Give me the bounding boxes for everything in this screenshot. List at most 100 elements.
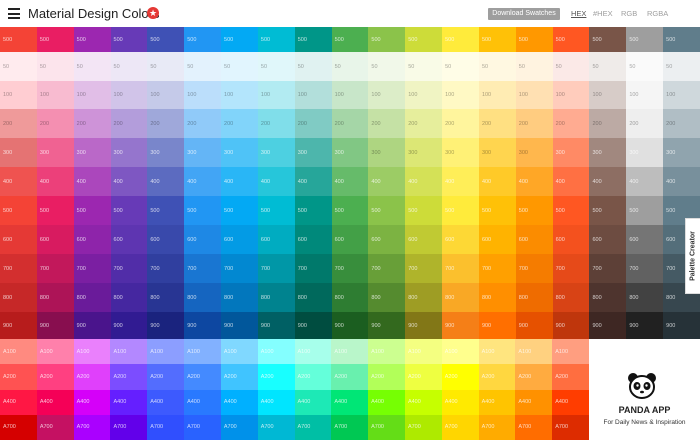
color-swatch[interactable]: 900: [368, 312, 406, 339]
accent-swatch[interactable]: A200: [441, 364, 479, 390]
color-swatch[interactable]: 500: [184, 196, 222, 225]
accent-swatch[interactable]: A200: [515, 364, 553, 390]
color-swatch[interactable]: 50: [73, 52, 111, 81]
color-swatch[interactable]: 600: [110, 225, 148, 254]
color-swatch[interactable]: 400: [294, 167, 332, 196]
color-swatch[interactable]: 900: [589, 312, 627, 339]
color-swatch[interactable]: 50: [589, 52, 627, 81]
accent-swatch[interactable]: A200: [147, 364, 185, 390]
accent-swatch[interactable]: A400: [73, 389, 111, 415]
accent-swatch[interactable]: A100: [368, 339, 405, 365]
color-swatch[interactable]: 200: [589, 109, 627, 138]
accent-swatch[interactable]: A700: [73, 414, 111, 440]
color-swatch[interactable]: 500: [73, 27, 111, 52]
star-icon[interactable]: ★: [147, 7, 159, 19]
color-swatch[interactable]: 600: [331, 225, 369, 254]
color-swatch[interactable]: 100: [405, 81, 443, 109]
color-swatch[interactable]: 900: [626, 312, 664, 339]
color-swatch[interactable]: 200: [442, 109, 479, 138]
color-swatch[interactable]: 600: [257, 225, 295, 254]
color-swatch[interactable]: 800: [221, 283, 258, 312]
color-swatch[interactable]: 300: [442, 138, 479, 167]
accent-swatch[interactable]: A200: [184, 364, 221, 390]
color-swatch[interactable]: 600: [515, 225, 553, 254]
color-swatch[interactable]: 800: [331, 283, 369, 312]
accent-swatch[interactable]: A100: [184, 339, 221, 365]
accent-swatch[interactable]: A700: [257, 414, 295, 440]
color-swatch[interactable]: 500: [36, 196, 74, 225]
color-swatch[interactable]: 50: [147, 52, 185, 81]
download-swatches-button[interactable]: Download Swatches: [488, 8, 560, 20]
color-swatch[interactable]: 50: [368, 52, 406, 81]
accent-swatch[interactable]: A700: [441, 414, 479, 440]
color-swatch[interactable]: 600: [589, 225, 627, 254]
color-swatch[interactable]: 400: [73, 167, 111, 196]
accent-swatch[interactable]: A700: [0, 414, 37, 440]
color-swatch[interactable]: 800: [294, 283, 332, 312]
color-swatch[interactable]: 50: [294, 52, 332, 81]
color-swatch[interactable]: 100: [478, 81, 516, 109]
accent-swatch[interactable]: A400: [0, 389, 37, 415]
color-swatch[interactable]: 700: [442, 254, 479, 283]
accent-swatch[interactable]: A200: [404, 364, 442, 390]
accent-swatch[interactable]: A700: [552, 414, 589, 440]
color-swatch[interactable]: 800: [515, 283, 553, 312]
color-swatch[interactable]: 700: [147, 254, 185, 283]
color-swatch[interactable]: 800: [73, 283, 111, 312]
color-swatch[interactable]: 800: [147, 283, 185, 312]
color-swatch[interactable]: 600: [147, 225, 185, 254]
color-swatch[interactable]: 50: [478, 52, 516, 81]
color-swatch[interactable]: 50: [405, 52, 443, 81]
accent-swatch[interactable]: A100: [478, 339, 516, 365]
color-swatch[interactable]: 900: [257, 312, 295, 339]
color-swatch[interactable]: 500: [257, 196, 295, 225]
color-swatch[interactable]: 500: [110, 196, 148, 225]
color-swatch[interactable]: 50: [331, 52, 369, 81]
accent-swatch[interactable]: A200: [331, 364, 369, 390]
color-swatch[interactable]: 300: [515, 138, 553, 167]
color-swatch[interactable]: 300: [110, 138, 148, 167]
color-swatch[interactable]: 500: [0, 196, 37, 225]
accent-swatch[interactable]: A400: [110, 389, 148, 415]
color-swatch[interactable]: 50: [257, 52, 295, 81]
color-swatch[interactable]: 200: [184, 109, 222, 138]
color-swatch[interactable]: 500: [184, 27, 222, 52]
color-swatch[interactable]: 300: [147, 138, 185, 167]
color-swatch[interactable]: 500: [147, 27, 185, 52]
color-swatch[interactable]: 900: [331, 312, 369, 339]
color-swatch[interactable]: 900: [147, 312, 185, 339]
color-swatch[interactable]: 500: [626, 196, 664, 225]
color-swatch[interactable]: 50: [0, 52, 37, 81]
color-swatch[interactable]: 900: [442, 312, 479, 339]
accent-swatch[interactable]: A200: [220, 364, 258, 390]
color-swatch[interactable]: 700: [368, 254, 406, 283]
color-swatch[interactable]: 600: [184, 225, 222, 254]
color-swatch[interactable]: 300: [184, 138, 222, 167]
color-swatch[interactable]: 50: [515, 52, 553, 81]
color-swatch[interactable]: 500: [515, 27, 553, 52]
accent-swatch[interactable]: A100: [294, 339, 332, 365]
color-swatch[interactable]: 100: [552, 81, 590, 109]
accent-swatch[interactable]: A100: [331, 339, 369, 365]
color-swatch[interactable]: 800: [257, 283, 295, 312]
color-swatch[interactable]: 50: [442, 52, 479, 81]
color-swatch[interactable]: 500: [405, 196, 443, 225]
color-swatch[interactable]: 300: [221, 138, 258, 167]
color-swatch[interactable]: 300: [663, 138, 700, 167]
color-swatch[interactable]: 500: [552, 27, 590, 52]
color-swatch[interactable]: 400: [552, 167, 590, 196]
color-swatch[interactable]: 400: [405, 167, 443, 196]
color-swatch[interactable]: 400: [221, 167, 258, 196]
color-swatch[interactable]: 700: [589, 254, 627, 283]
color-swatch[interactable]: 300: [0, 138, 37, 167]
color-swatch[interactable]: 700: [478, 254, 516, 283]
color-swatch[interactable]: 500: [368, 196, 406, 225]
color-swatch[interactable]: 500: [663, 27, 700, 52]
color-swatch[interactable]: 900: [478, 312, 516, 339]
color-swatch[interactable]: 400: [442, 167, 479, 196]
color-swatch[interactable]: 200: [294, 109, 332, 138]
color-swatch[interactable]: 400: [626, 167, 664, 196]
color-swatch[interactable]: 500: [294, 27, 332, 52]
color-swatch[interactable]: 400: [663, 167, 700, 196]
accent-swatch[interactable]: A100: [110, 339, 148, 365]
